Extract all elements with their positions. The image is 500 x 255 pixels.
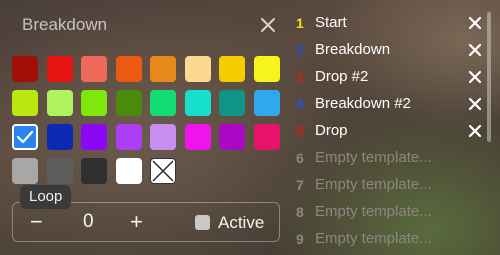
template-label: Empty template...: [315, 149, 432, 166]
close-icon: [468, 97, 482, 111]
close-icon: [468, 43, 482, 57]
color-swatch[interactable]: [185, 90, 211, 116]
template-label: Drop: [315, 122, 348, 139]
no-color-icon: [152, 160, 174, 182]
color-swatch[interactable]: [219, 56, 245, 82]
template-item[interactable]: 1 Start: [290, 10, 495, 37]
color-swatch[interactable]: [81, 56, 107, 82]
template-list-scrollbar[interactable]: [487, 12, 491, 142]
remove-template-button[interactable]: [468, 16, 482, 35]
color-panel: Breakdown Loop − 0 + Active: [0, 0, 290, 255]
template-list: 1 Start 2 Breakdown 3 Drop #2 4 Breakdown #2 5 Dr…: [290, 0, 500, 255]
color-swatch[interactable]: [150, 90, 176, 116]
remove-template-button[interactable]: [468, 97, 482, 116]
template-item[interactable]: 6 Empty template...: [290, 145, 495, 172]
template-label: Start: [315, 14, 347, 31]
loop-tooltip: Loop: [20, 185, 72, 209]
color-swatch-selected[interactable]: [12, 124, 38, 150]
close-icon: [261, 18, 275, 32]
template-item[interactable]: 4 Breakdown #2: [290, 91, 495, 118]
color-swatch[interactable]: [219, 90, 245, 116]
template-item[interactable]: 5 Drop: [290, 118, 495, 145]
color-swatch[interactable]: [185, 124, 211, 150]
color-swatch[interactable]: [185, 56, 211, 82]
template-number: 3: [296, 69, 304, 85]
loop-decrement-button[interactable]: −: [30, 209, 43, 235]
template-number: 8: [296, 204, 304, 220]
checkmark-icon: [16, 130, 34, 144]
color-swatch[interactable]: [81, 90, 107, 116]
color-swatch[interactable]: [219, 124, 245, 150]
color-swatch[interactable]: [116, 124, 142, 150]
color-swatch[interactable]: [12, 56, 38, 82]
remove-template-button[interactable]: [468, 43, 482, 62]
color-swatch[interactable]: [150, 124, 176, 150]
template-item[interactable]: 9 Empty template...: [290, 226, 495, 253]
template-number: 2: [296, 42, 304, 58]
close-icon: [468, 124, 482, 138]
active-label: Active: [218, 213, 265, 232]
color-swatch[interactable]: [47, 90, 73, 116]
template-item[interactable]: 7 Empty template...: [290, 172, 495, 199]
color-swatch[interactable]: [116, 158, 142, 184]
template-number: 4: [296, 96, 304, 112]
color-swatch[interactable]: [116, 90, 142, 116]
template-label: Drop #2: [315, 68, 369, 85]
template-label: Breakdown: [315, 41, 391, 58]
template-number: 1: [296, 15, 304, 31]
remove-template-button[interactable]: [468, 124, 482, 143]
close-icon: [468, 70, 482, 84]
template-number: 7: [296, 177, 304, 193]
template-label: Empty template...: [315, 230, 432, 247]
template-number: 6: [296, 150, 304, 166]
template-item[interactable]: 2 Breakdown: [290, 37, 495, 64]
close-panel-button[interactable]: [260, 17, 276, 38]
color-swatch[interactable]: [47, 56, 73, 82]
color-swatch[interactable]: [47, 158, 73, 184]
color-swatch[interactable]: [150, 56, 176, 82]
template-number: 5: [296, 123, 304, 139]
color-swatch[interactable]: [81, 124, 107, 150]
loop-increment-button[interactable]: +: [130, 209, 143, 235]
panel-title: Breakdown: [22, 15, 108, 34]
color-swatch[interactable]: [254, 56, 280, 82]
no-color-swatch[interactable]: [150, 158, 176, 184]
remove-template-button[interactable]: [468, 70, 482, 89]
template-label: Empty template...: [315, 176, 432, 193]
template-number: 9: [296, 231, 304, 247]
template-item[interactable]: 8 Empty template...: [290, 199, 495, 226]
template-label: Empty template...: [315, 203, 432, 220]
color-swatch[interactable]: [47, 124, 73, 150]
color-swatch[interactable]: [254, 124, 280, 150]
template-item[interactable]: 3 Drop #2: [290, 64, 495, 91]
template-label: Breakdown #2: [315, 95, 411, 112]
active-checkbox[interactable]: [195, 215, 210, 230]
color-swatch[interactable]: [12, 158, 38, 184]
color-swatch[interactable]: [12, 90, 38, 116]
close-icon: [468, 16, 482, 30]
color-swatch[interactable]: [254, 90, 280, 116]
loop-value: 0: [83, 211, 94, 232]
color-swatch[interactable]: [116, 56, 142, 82]
color-swatch[interactable]: [81, 158, 107, 184]
